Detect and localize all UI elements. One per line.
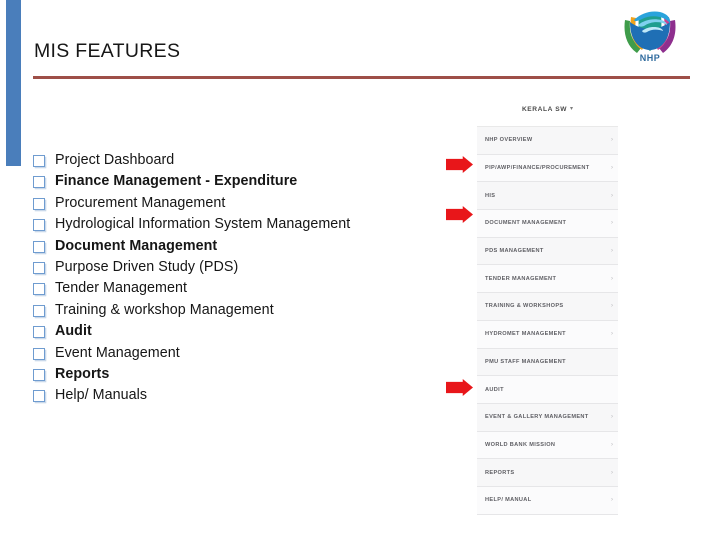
app-menu-item-label: PMU STAFF MANAGEMENT [485,358,566,365]
checkbox-bullet-icon [33,261,45,274]
chevron-right-icon: › [611,303,613,310]
feature-list-item-label: Document Management [55,237,218,254]
feature-list-item: Purpose Driven Study (PDS) [33,257,453,278]
app-menu-item[interactable]: HIS › [477,182,618,211]
checkbox-bullet-icon [33,326,45,339]
app-menu-item[interactable]: HELP/ MANUAL › [477,486,618,515]
feature-list-item-label: Reports [55,365,110,382]
app-menu-item[interactable]: NHP OVERVIEW › [477,127,618,155]
app-menu-item-label: PDS MANAGEMENT [485,248,544,255]
chevron-right-icon: › [611,331,613,338]
app-menu-item-label: NHP OVERVIEW [485,137,533,144]
checkbox-bullet-icon [33,368,45,381]
feature-list-item-label: Hydrological Information System Manageme… [55,216,351,233]
app-menu-item-label: HELP/ MANUAL [485,497,532,504]
checkbox-bullet-icon [33,240,45,253]
app-menu-item-label: WORLD BANK MISSION [485,441,556,448]
feature-list-item-label: Purpose Driven Study (PDS) [55,258,239,275]
app-menu-item[interactable]: PIP/AWP/FINANCE/PROCUREMENT › [477,154,618,183]
app-header-state-label: KERALA SW [521,105,568,113]
checkbox-bullet-icon [33,219,45,232]
app-menu-item[interactable]: WORLD BANK MISSION › [477,431,618,460]
feature-list-item-label: Audit [55,323,92,340]
app-menu-item[interactable]: HYDROMET MANAGEMENT › [477,320,618,349]
chevron-right-icon: › [611,192,613,199]
app-menu-item[interactable]: DOCUMENT MANAGEMENT › [477,210,618,238]
feature-list-item: Reports [33,364,453,385]
checkbox-bullet-icon [33,155,45,167]
app-menu-item-label: EVENT & GALLERY MANAGEMENT [485,414,589,421]
app-menu-item-label: DOCUMENT MANAGEMENT [485,220,567,227]
nhp-logo-caption: NHP [639,53,661,63]
feature-list-item: Document Management [33,236,453,257]
chevron-right-icon: › [611,137,613,144]
app-menu-item-label: REPORTS [485,469,515,476]
app-menu-item[interactable]: REPORTS › [477,459,618,487]
title-divider-rule [33,76,690,79]
feature-list-item-label: Project Dashboard [55,152,175,168]
app-screenshot-menu-card: KERALA SW ▾ NHP OVERVIEW › PIP/AWP/FINANCE… [477,92,618,515]
app-menu-item[interactable]: EVENT & GALLERY MANAGEMENT › [477,403,618,432]
app-menu-item-label: HYDROMET MANAGEMENT [485,331,566,338]
feature-list-item-label: Finance Management - Expenditure [55,173,298,190]
app-header: KERALA SW ▾ [477,92,618,127]
nhp-logo: NHP [618,8,682,70]
app-menu-item[interactable]: PDS MANAGEMENT › [477,237,618,266]
chevron-down-icon: ▾ [570,106,574,112]
nhp-logo-mark [624,11,676,53]
feature-list-item: Audit [33,321,453,342]
feature-list-item-label: Event Management [55,344,180,361]
checkbox-bullet-icon [33,176,45,189]
feature-list-item: Tender Management [33,278,453,299]
feature-list-item-label: Training & workshop Management [55,301,274,318]
app-menu-item[interactable]: AUDIT› [477,376,618,404]
chevron-right-icon: › [611,165,613,172]
checkbox-bullet-icon [33,390,45,403]
mis-feature-list: Project Dashboard Finance Management - Ex… [33,150,453,407]
app-menu-list: NHP OVERVIEW › PIP/AWP/FINANCE/PROCUREMENT… [477,127,618,515]
feature-list-item: Hydrological Information System Manageme… [33,214,453,235]
chevron-right-icon: › [611,497,613,504]
feature-list-item: Project Dashboard [33,150,453,171]
feature-list-item: Help/ Manuals [33,385,453,406]
chevron-right-icon: › [611,248,613,255]
chevron-right-icon: › [611,414,613,421]
checkbox-bullet-icon [33,347,45,360]
app-menu-item-label: HIS [485,192,496,199]
page-title: MIS FEATURES [34,40,181,63]
chevron-right-icon: › [611,469,613,476]
app-menu-item-label: TENDER MANAGEMENT [485,275,557,282]
left-accent-bar [6,0,21,166]
app-menu-item[interactable]: TRAINING & WORKSHOPS › [477,293,618,321]
chevron-right-icon: › [611,275,613,282]
app-menu-item-label: PIP/AWP/FINANCE/PROCUREMENT [485,165,590,172]
checkbox-bullet-icon [33,283,45,296]
chevron-right-icon: › [611,220,613,227]
feature-list-item-label: Tender Management [55,280,187,297]
app-menu-item-label: AUDIT [485,386,504,393]
feature-list-item: Event Management [33,343,453,364]
app-menu-item-label: TRAINING & WORKSHOPS [485,303,564,310]
feature-list-item-label: Help/ Manuals [55,387,148,404]
feature-list-item: Training & workshop Management [33,300,453,321]
app-menu-item[interactable]: PMU STAFF MANAGEMENT› [477,348,618,377]
chevron-right-icon: › [611,441,613,448]
app-menu-item[interactable]: TENDER MANAGEMENT › [477,265,618,294]
feature-list-item-label: Procurement Management [55,194,226,211]
checkbox-bullet-icon [33,197,45,210]
slide-canvas: MIS FEATURES NHP Project Dashboard Financ… [0,0,720,540]
feature-list-item: Procurement Management [33,193,453,214]
feature-list-item: Finance Management - Expenditure [33,171,453,192]
checkbox-bullet-icon [33,304,45,317]
